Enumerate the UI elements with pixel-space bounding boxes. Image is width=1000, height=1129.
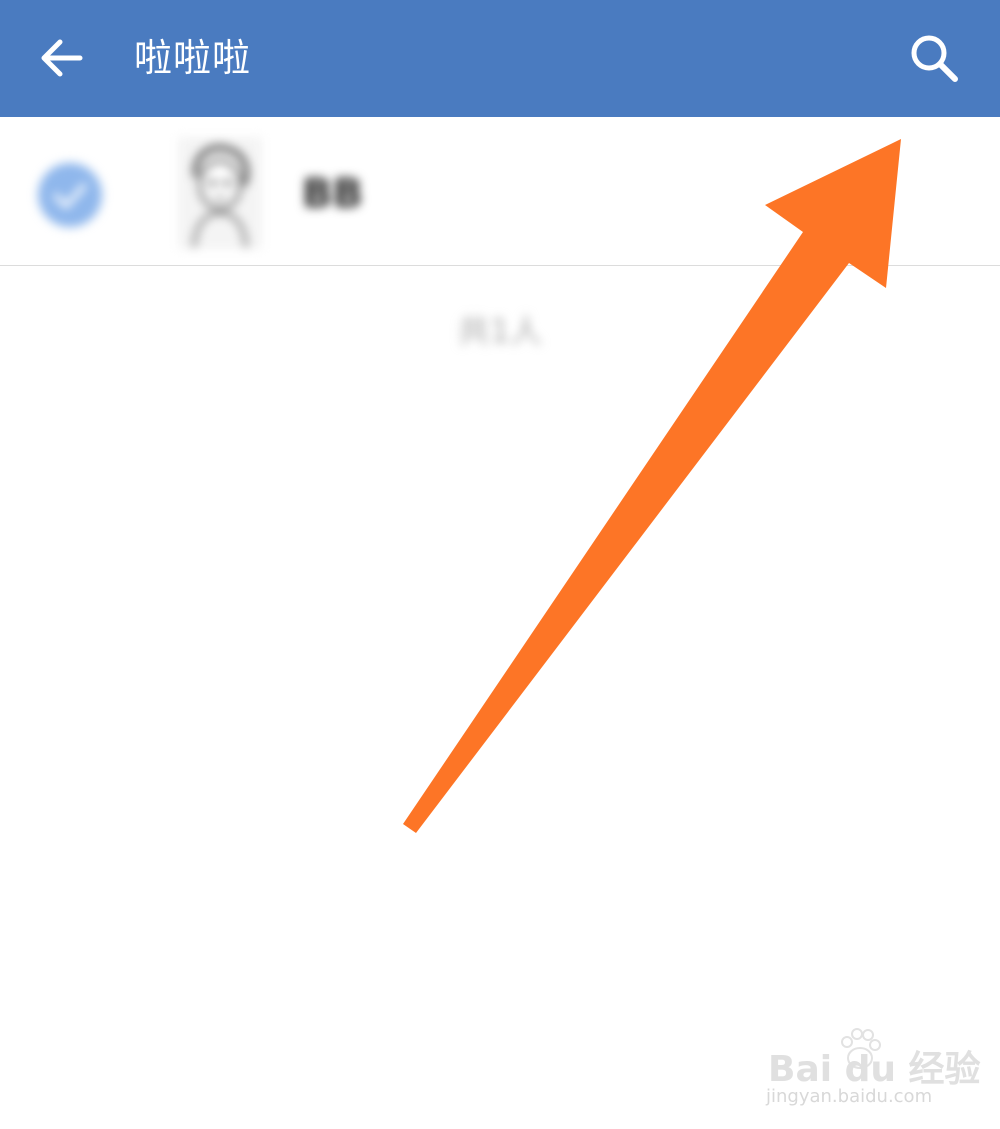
member-list-item[interactable]: BB: [0, 117, 1000, 266]
checkmark-icon: [53, 183, 87, 209]
member-name: BB: [302, 171, 363, 217]
arrow-left-icon: [41, 39, 83, 77]
app-bar: 啦啦啦: [0, 0, 1000, 117]
back-button[interactable]: [30, 26, 94, 90]
watermark-logo: Bai du 经验: [768, 1049, 981, 1090]
watermark: Bai du 经验 jingyan.baidu.com: [760, 1020, 981, 1116]
search-icon: [911, 35, 958, 82]
avatar-sketch-icon: [178, 137, 262, 249]
search-button[interactable]: [900, 24, 968, 92]
page-title: 啦啦啦: [134, 36, 252, 80]
member-count: 共1人: [457, 312, 543, 350]
avatar: [178, 137, 262, 249]
selected-check-icon[interactable]: [38, 163, 102, 227]
watermark-url: jingyan.baidu.com: [766, 1086, 933, 1107]
